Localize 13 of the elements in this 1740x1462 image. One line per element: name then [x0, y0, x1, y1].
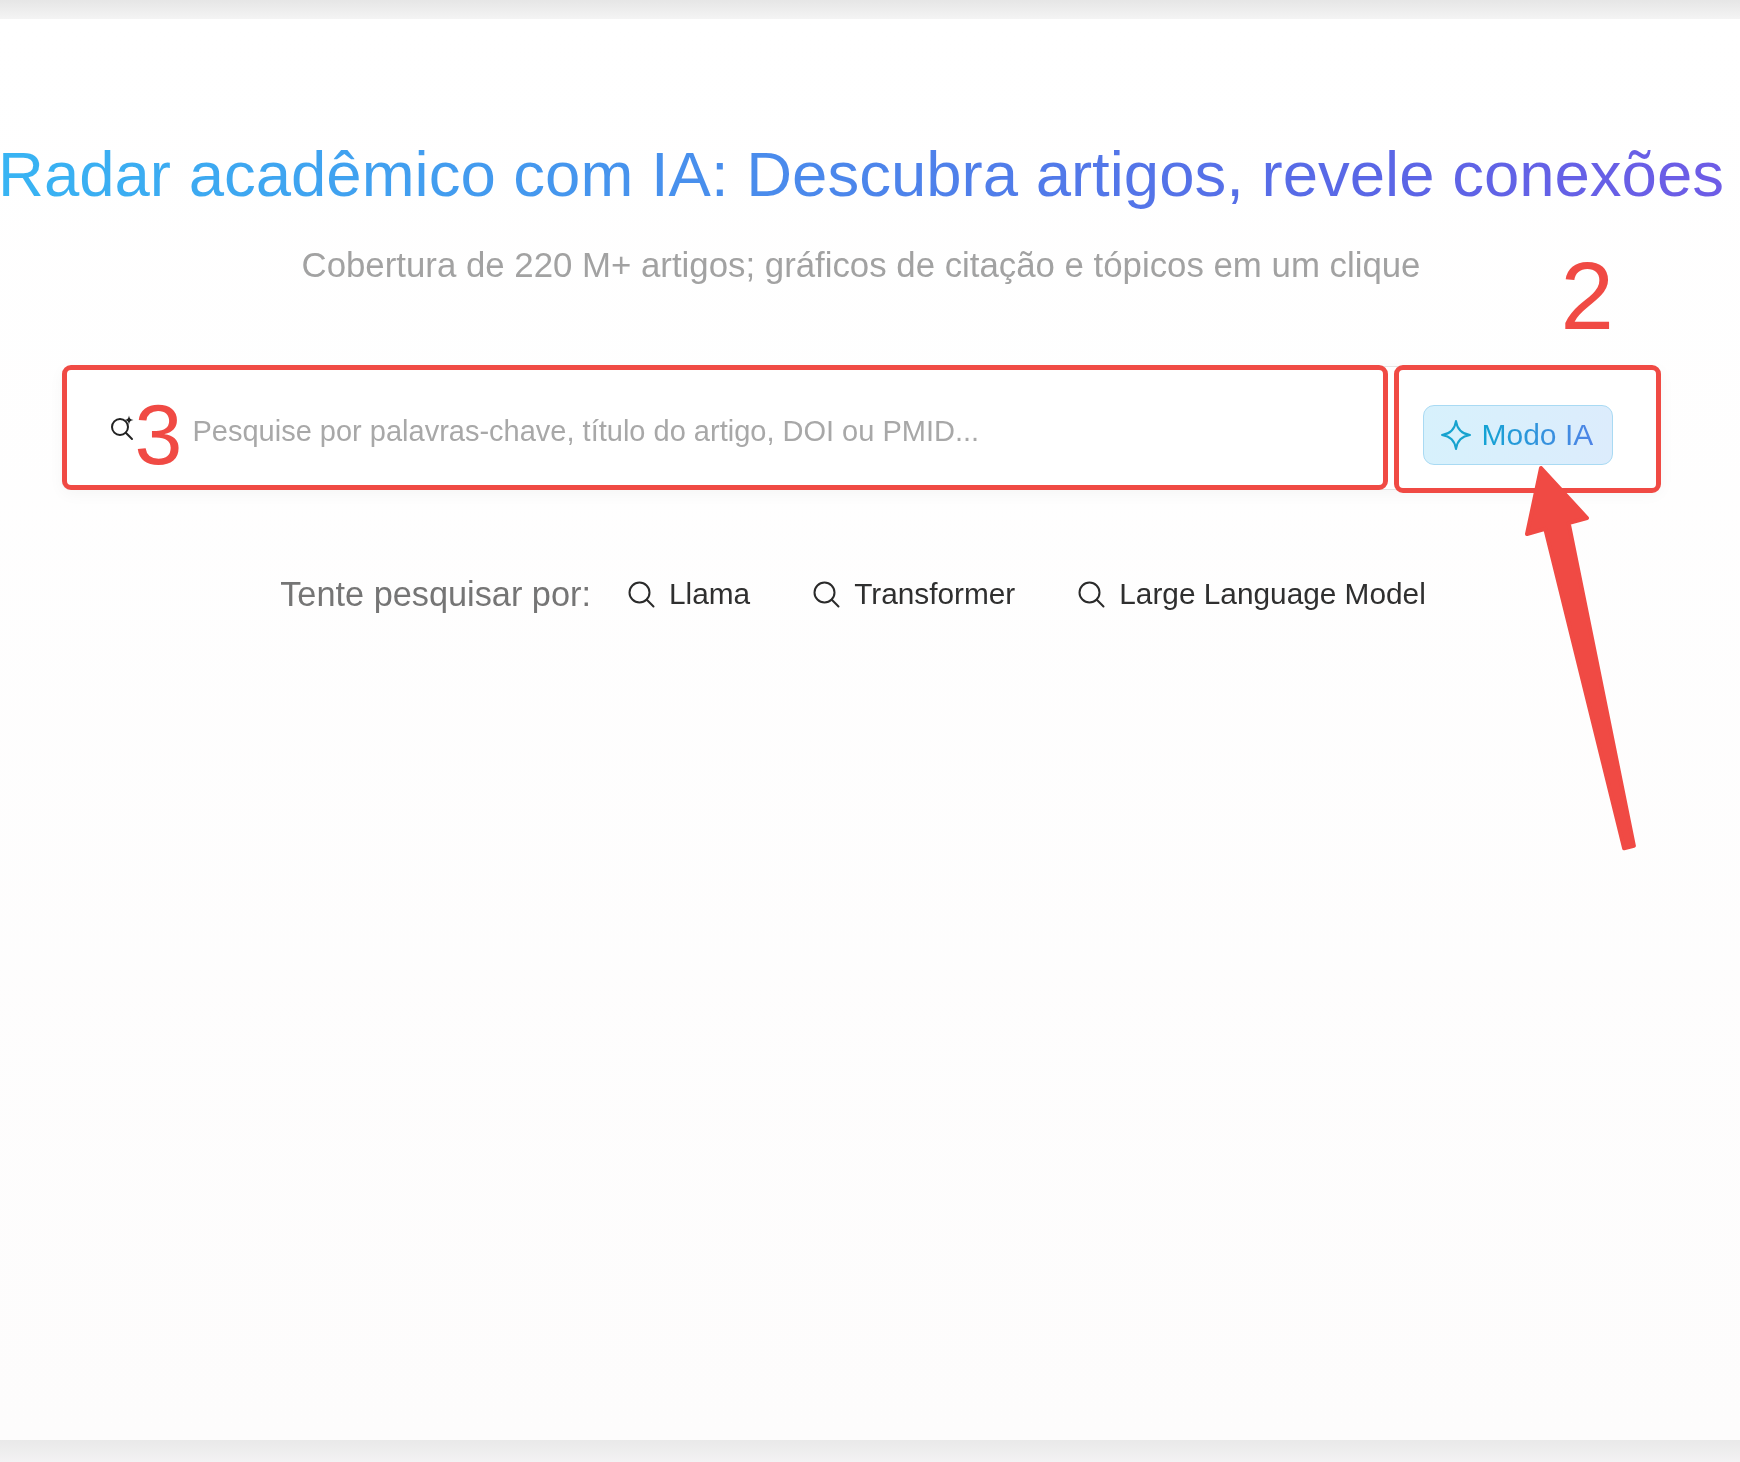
- annotation-number: 3: [134, 391, 183, 477]
- sparkle-icon: [1439, 419, 1472, 451]
- page-subtitle: Cobertura de 220 M+ artigos; gráficos de citação e tópicos em um clique: [301, 244, 1421, 286]
- search-icon: [812, 580, 841, 608]
- search-icon: [1077, 580, 1106, 608]
- suggestion-link[interactable]: Large Language Model: [1077, 577, 1426, 611]
- search-input[interactable]: Pesquise por palavras-chave, título do artigo, DOI ou PMID...: [192, 401, 1391, 461]
- suggestion-link[interactable]: Transformer: [812, 577, 1016, 611]
- suggestion-link[interactable]: Llama: [626, 577, 751, 611]
- suggestions-label: Tente pesquisar por:: [280, 574, 591, 614]
- ai-search-icon: [108, 415, 135, 441]
- search-icon: [626, 580, 655, 608]
- annotation-number: 2: [1560, 248, 1614, 344]
